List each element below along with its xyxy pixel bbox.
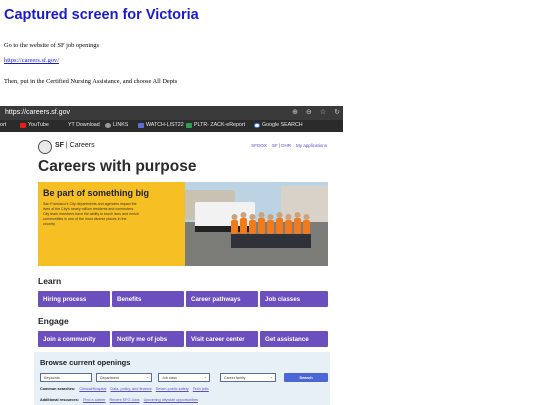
bookmark-label: Google SEARCH [262, 122, 303, 128]
browse-title: Browse current openings [40, 358, 131, 367]
sf-seal-icon [38, 140, 52, 154]
bookmark-yt-download[interactable]: YT Download [68, 122, 100, 128]
bookmark-links[interactable]: LINKS [105, 122, 128, 128]
department-select[interactable]: Department ⌄ [96, 373, 152, 382]
common-search-link[interactable]: Seven public safety [156, 387, 189, 391]
site-section: Careers [69, 142, 95, 149]
bookmark-label: YouTube [28, 122, 49, 128]
common-search-link[interactable]: Data, policy, and finance [110, 387, 151, 391]
bookmarks-bar: ort YouTube YT Download LINKS WATCH-LIST… [0, 120, 343, 132]
bookmark-google-search[interactable]: Google SEARCH [254, 122, 303, 128]
notify-jobs-button[interactable]: Notify me of jobs [112, 331, 184, 347]
bookmark-partial[interactable]: ort [0, 122, 6, 128]
team-photo [185, 182, 328, 266]
document-title: Captured screen for Victoria [4, 7, 199, 23]
bookmark-watch-list[interactable]: WATCH-LIST22 [138, 122, 184, 128]
common-search-link[interactable]: Tech jobs [193, 387, 209, 391]
bookmark-label: PLTR- ZACK-eReport [194, 122, 246, 128]
career-family-select[interactable]: Career family ⌄ [220, 373, 276, 382]
instruction-text-2: Then, put in the Certified Nursing Assis… [4, 78, 178, 85]
career-family-label: Career family [224, 376, 246, 380]
url-text[interactable]: https://careers.sf.gov [5, 109, 70, 116]
top-link-dhr[interactable]: SF | DHR [272, 143, 291, 148]
top-link-sfdox[interactable]: SFDOX [251, 143, 267, 148]
browse-openings-panel: Browse current openings Keywords Departm… [34, 352, 330, 405]
department-placeholder: Department [100, 376, 119, 380]
google-icon [254, 122, 260, 128]
bookmark-label: WATCH-LIST22 [146, 122, 184, 128]
zoom-icon[interactable]: ⊕ [292, 108, 298, 116]
site-name[interactable]: SF | Careers [55, 142, 95, 149]
bookmark-pltr[interactable]: PLTR- ZACK-eReport [186, 122, 245, 128]
chevron-down-icon: ⌄ [203, 375, 207, 379]
additional-resources-label: Additional resources: [40, 398, 80, 402]
bookmark-label: ort [0, 122, 7, 128]
bookmark-youtube[interactable]: YouTube [20, 122, 49, 128]
address-bar-actions: ⊕ ⊖ ☆ ↻ [292, 108, 340, 116]
reload-icon[interactable]: ↻ [334, 108, 340, 116]
top-links: SFDOX SF | DHR My applications [251, 143, 327, 148]
resource-link[interactable]: Upcoming citywide opportunities [144, 398, 198, 402]
job-class-label: Job class [162, 376, 177, 380]
additional-resources: Additional resources: Find a career Rece… [40, 398, 198, 402]
browser-screenshot: https://careers.sf.gov ⊕ ⊖ ☆ ↻ ort YouTu… [0, 106, 343, 405]
chevron-down-icon: ⌄ [145, 375, 149, 379]
instruction-text-1: Go to the website of SF job openings [4, 42, 99, 49]
learn-heading: Learn [38, 276, 62, 286]
common-search-link[interactable]: Clinical/Hospital [79, 387, 106, 391]
list-icon [138, 122, 144, 128]
join-community-button[interactable]: Join a community [38, 331, 110, 347]
youtube-icon [20, 122, 26, 128]
resource-link[interactable]: Find a career [83, 398, 105, 402]
chevron-down-icon: ⌄ [269, 375, 273, 379]
star-icon[interactable]: ☆ [320, 108, 326, 116]
engage-heading: Engage [38, 316, 69, 326]
careers-link[interactable]: https://careers.sf.gov/ [4, 57, 59, 64]
search-button[interactable]: Search [284, 373, 328, 382]
hero-heading: Be part of something big [43, 188, 150, 198]
benefits-button[interactable]: Benefits [112, 291, 184, 307]
resource-link[interactable]: Recent SFO Jobs [110, 398, 140, 402]
job-class-select[interactable]: Job class ⌄ [158, 373, 210, 382]
career-pathways-button[interactable]: Career pathways [186, 291, 258, 307]
address-bar[interactable]: https://careers.sf.gov ⊕ ⊖ ☆ ↻ [0, 106, 343, 120]
visit-career-center-button[interactable]: Visit career center [186, 331, 258, 347]
hero-text: San Francisco's City departments and age… [43, 202, 139, 226]
common-searches-label: Common searches: [40, 387, 76, 391]
hiring-process-button[interactable]: Hiring process [38, 291, 110, 307]
top-link-my-applications[interactable]: My applications [296, 143, 327, 148]
hero-panel: Be part of something big San Francisco's… [38, 182, 185, 266]
lens-icon[interactable]: ⊖ [306, 108, 312, 116]
globe-icon [105, 122, 111, 128]
site-org: SF [55, 142, 64, 149]
bookmark-label: YT Download [68, 122, 100, 128]
careers-page: SF | Careers SFDOX SF | DHR My applicati… [0, 132, 343, 405]
get-assistance-button[interactable]: Get assistance [260, 331, 328, 347]
triangle-icon [186, 122, 192, 128]
bookmark-label: LINKS [113, 122, 129, 128]
job-classes-button[interactable]: Job classes [260, 291, 328, 307]
keywords-input[interactable]: Keywords [40, 373, 92, 382]
common-searches: Common searches: Clinical/Hospital Data,… [40, 387, 209, 391]
hero-title: Careers with purpose [38, 158, 197, 175]
